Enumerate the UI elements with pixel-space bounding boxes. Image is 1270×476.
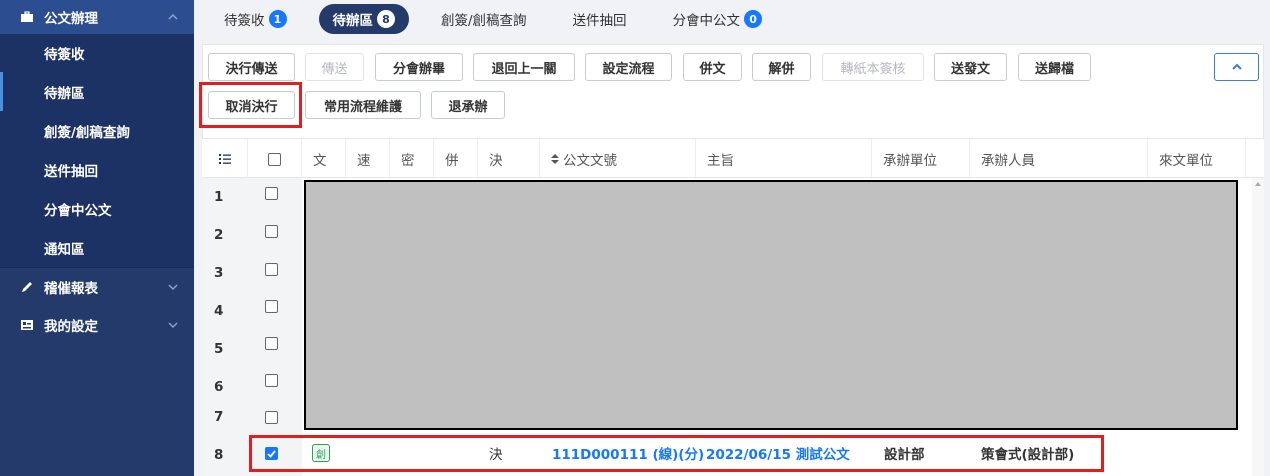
row-number: 3 bbox=[214, 265, 224, 281]
header-source-unit: 來文單位 bbox=[1148, 139, 1246, 179]
pen-icon bbox=[20, 280, 34, 294]
sidebar-item-todo[interactable]: 待辦區 bbox=[0, 72, 194, 111]
chevron-up-icon bbox=[1231, 63, 1242, 70]
sidebar-section-docs-label: 公文辦理 bbox=[44, 11, 98, 27]
row-checkbox[interactable] bbox=[265, 300, 278, 313]
header-decision: 決 bbox=[478, 139, 540, 179]
redacted-rows bbox=[304, 180, 1238, 430]
tab-branch-docs[interactable]: 分會中公文 0 bbox=[659, 4, 777, 34]
flow-maintenance-button[interactable]: 常用流程維護 bbox=[305, 91, 421, 119]
header-secret: 密 bbox=[390, 139, 434, 179]
scroll-up-icon bbox=[1255, 182, 1261, 186]
sidebar-section-settings[interactable]: 我的設定 bbox=[0, 306, 194, 344]
set-flow-button[interactable]: 設定流程 bbox=[585, 53, 672, 81]
select-all-checkbox[interactable] bbox=[268, 152, 281, 166]
tab-pending-receipt[interactable]: 待簽收 1 bbox=[210, 4, 301, 34]
row-number: 4 bbox=[214, 303, 224, 319]
table-header: 文 速 密 併 決 公文文號 主旨 承辦單位 承辦人員 來文單位 bbox=[202, 138, 1264, 179]
list-icon[interactable] bbox=[202, 139, 248, 179]
sidebar-item-notifications[interactable]: 通知區 bbox=[0, 228, 194, 267]
tab-todo[interactable]: 待辦區 8 bbox=[318, 4, 409, 34]
send-dispatch-button[interactable]: 送發文 bbox=[934, 53, 1007, 81]
row-checkbox[interactable] bbox=[265, 374, 278, 387]
row-checkbox[interactable] bbox=[265, 337, 278, 350]
row-number: 5 bbox=[214, 341, 224, 357]
sidebar-section-reports[interactable]: 稽催報表 bbox=[0, 268, 194, 306]
highlight-cancel-final bbox=[199, 82, 302, 128]
row-number: 8 bbox=[214, 447, 224, 463]
highlight-row-8 bbox=[249, 435, 1104, 472]
row-number: 1 bbox=[214, 189, 224, 205]
sidebar: 公文辦理 待簽收 待辦區 創簽/創稿查詢 送件抽回 分會中公文 通知區 稽催報表… bbox=[0, 0, 194, 476]
tab-bar: 待簽收 1 待辦區 8 創簽/創稿查詢 送件抽回 分會中公文 0 bbox=[194, 0, 1270, 38]
unmerge-button[interactable]: 解併 bbox=[752, 53, 811, 81]
sidebar-section-reports-label: 稽催報表 bbox=[44, 281, 98, 297]
briefcase-icon bbox=[20, 10, 34, 24]
count-badge: 1 bbox=[268, 10, 287, 28]
row-number: 7 bbox=[214, 409, 224, 425]
branch-complete-button[interactable]: 分會辦畢 bbox=[375, 53, 463, 81]
row-checkbox[interactable] bbox=[265, 411, 278, 424]
return-handler-button[interactable]: 退承辦 bbox=[431, 91, 505, 119]
sidebar-item-draft-query[interactable]: 創簽/創稿查詢 bbox=[0, 111, 194, 150]
row-checkbox[interactable] bbox=[265, 187, 278, 200]
row-checkbox[interactable] bbox=[265, 263, 278, 276]
chevron-up-icon bbox=[168, 13, 178, 20]
chevron-down-icon bbox=[168, 322, 178, 329]
header-staff: 承辦人員 bbox=[970, 139, 1148, 179]
row-number: 2 bbox=[214, 227, 224, 243]
count-badge: 8 bbox=[377, 10, 395, 28]
sort-icon bbox=[551, 154, 559, 164]
sidebar-section-docs[interactable]: 公文辦理 bbox=[0, 0, 194, 34]
header-speed: 速 bbox=[346, 139, 390, 179]
row-checkbox[interactable] bbox=[265, 225, 278, 238]
table-scrollbar[interactable] bbox=[1252, 178, 1264, 476]
sidebar-item-withdraw[interactable]: 送件抽回 bbox=[0, 150, 194, 189]
sidebar-section-settings-label: 我的設定 bbox=[44, 319, 98, 335]
header-type: 文 bbox=[302, 139, 346, 179]
header-subject: 主旨 bbox=[696, 139, 872, 179]
chevron-down-icon bbox=[168, 284, 178, 291]
tab-withdraw[interactable]: 送件抽回 bbox=[559, 4, 641, 34]
id-card-icon bbox=[20, 318, 34, 332]
final-send-button[interactable]: 決行傳送 bbox=[208, 53, 295, 81]
tab-draft-query[interactable]: 創簽/創稿查詢 bbox=[427, 4, 541, 34]
header-merge: 併 bbox=[434, 139, 478, 179]
header-select-all bbox=[248, 139, 302, 179]
merge-doc-button[interactable]: 併文 bbox=[683, 53, 742, 81]
count-badge: 0 bbox=[744, 10, 763, 28]
collapse-toolbar-button[interactable] bbox=[1214, 53, 1259, 81]
sidebar-item-branch-docs[interactable]: 分會中公文 bbox=[0, 189, 194, 228]
paper-sign-button[interactable]: 轉紙本簽核 bbox=[822, 53, 924, 81]
send-button[interactable]: 傳送 bbox=[305, 53, 364, 81]
header-doc-number[interactable]: 公文文號 bbox=[540, 139, 696, 179]
header-unit: 承辦單位 bbox=[872, 139, 970, 179]
sidebar-item-pending-receipt[interactable]: 待簽收 bbox=[0, 34, 194, 72]
send-archive-button[interactable]: 送歸檔 bbox=[1018, 53, 1091, 81]
return-previous-button[interactable]: 退回上一關 bbox=[473, 53, 575, 81]
